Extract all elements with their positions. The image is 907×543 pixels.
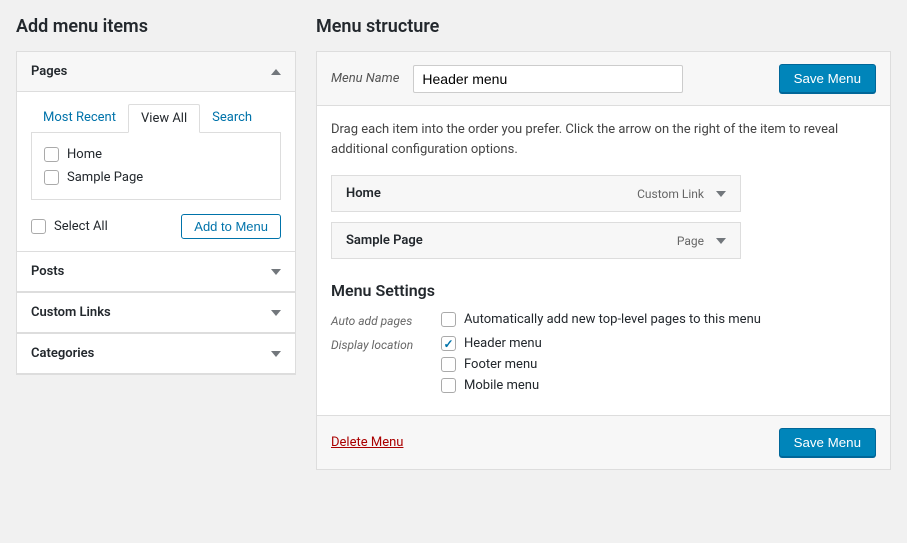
save-menu-button-bottom[interactable]: Save Menu	[779, 428, 876, 457]
location-label: Footer menu	[464, 357, 537, 372]
accordion-categories-title: Categories	[31, 346, 94, 361]
add-to-menu-button[interactable]: Add to Menu	[181, 214, 281, 239]
add-items-heading: Add menu items	[16, 16, 296, 37]
panel-header: Menu Name Save Menu	[317, 52, 890, 106]
accordion-posts-header[interactable]: Posts	[17, 252, 295, 292]
location-label: Header menu	[464, 336, 542, 351]
accordion-pages-body: Most Recent View All Search Home Sample …	[17, 92, 295, 251]
menu-item-sample-page[interactable]: Sample Page Page	[331, 222, 741, 259]
location-label: Mobile menu	[464, 378, 539, 393]
accordion-pages-title: Pages	[31, 64, 67, 79]
menu-settings-heading: Menu Settings	[331, 281, 876, 300]
chevron-down-icon	[271, 269, 281, 275]
menu-name-input[interactable]	[413, 65, 683, 93]
menu-item-title: Home	[346, 186, 381, 201]
display-location-row: Display location Header menu Footer menu	[331, 336, 876, 393]
location-mobile: Mobile menu	[441, 378, 542, 393]
accordion-posts-title: Posts	[31, 264, 64, 279]
page-label: Sample Page	[67, 170, 143, 185]
chevron-down-icon	[271, 351, 281, 357]
panel-body: Drag each item into the order you prefer…	[317, 106, 890, 415]
auto-add-row: Auto add pages Automatically add new top…	[331, 312, 876, 328]
pages-list: Home Sample Page	[31, 132, 281, 200]
menu-item-meta: Custom Link	[637, 187, 726, 201]
location-header: Header menu	[441, 336, 542, 351]
menu-item-type: Custom Link	[637, 187, 704, 201]
checkbox-footer-menu[interactable]	[441, 357, 456, 372]
chevron-down-icon[interactable]	[716, 191, 726, 197]
menu-item-home[interactable]: Home Custom Link	[331, 175, 741, 212]
checkbox-mobile-menu[interactable]	[441, 378, 456, 393]
chevron-down-icon[interactable]	[716, 238, 726, 244]
delete-menu-link[interactable]: Delete Menu	[331, 435, 403, 450]
accordion-custom-links-header[interactable]: Custom Links	[17, 293, 295, 333]
tab-view-all[interactable]: View All	[128, 104, 200, 133]
accordion-posts: Posts	[17, 252, 295, 293]
display-location-label: Display location	[331, 336, 441, 352]
accordion-custom-links-title: Custom Links	[31, 305, 111, 320]
select-all-label: Select All	[54, 219, 108, 234]
tab-most-recent[interactable]: Most Recent	[31, 104, 128, 133]
location-footer: Footer menu	[441, 357, 542, 372]
pages-actions: Select All Add to Menu	[31, 214, 281, 239]
drag-hint: Drag each item into the order you prefer…	[331, 120, 876, 159]
save-menu-button-top[interactable]: Save Menu	[779, 64, 876, 93]
accordion-categories: Categories	[17, 334, 295, 374]
menu-panel: Menu Name Save Menu Drag each item into …	[316, 51, 891, 470]
checkbox-sample-page[interactable]	[44, 170, 59, 185]
chevron-down-icon	[271, 310, 281, 316]
panel-footer: Delete Menu Save Menu	[317, 415, 890, 469]
list-item: Sample Page	[44, 166, 268, 189]
menu-structure-heading: Menu structure	[316, 16, 891, 37]
pages-tabs: Most Recent View All Search	[31, 104, 281, 133]
tab-search[interactable]: Search	[200, 104, 264, 133]
accordion-pages: Pages Most Recent View All Search Home	[17, 52, 295, 252]
checkbox-select-all[interactable]	[31, 219, 46, 234]
chevron-up-icon	[271, 69, 281, 75]
accordion-pages-header[interactable]: Pages	[17, 52, 295, 92]
accordion-container: Pages Most Recent View All Search Home	[16, 51, 296, 375]
list-item: Home	[44, 143, 268, 166]
checkbox-header-menu[interactable]	[441, 336, 456, 351]
auto-add-text: Automatically add new top-level pages to…	[464, 312, 761, 327]
menu-item-type: Page	[677, 234, 704, 248]
menu-item-meta: Page	[677, 234, 726, 248]
checkbox-auto-add[interactable]	[441, 312, 456, 327]
checkbox-home[interactable]	[44, 147, 59, 162]
auto-add-option: Automatically add new top-level pages to…	[441, 312, 761, 327]
page-label: Home	[67, 147, 102, 162]
select-all-wrapper: Select All	[31, 219, 108, 234]
accordion-categories-header[interactable]: Categories	[17, 334, 295, 374]
menu-item-title: Sample Page	[346, 233, 423, 248]
menu-name-label: Menu Name	[331, 71, 399, 86]
auto-add-label: Auto add pages	[331, 312, 441, 328]
accordion-custom-links: Custom Links	[17, 293, 295, 334]
